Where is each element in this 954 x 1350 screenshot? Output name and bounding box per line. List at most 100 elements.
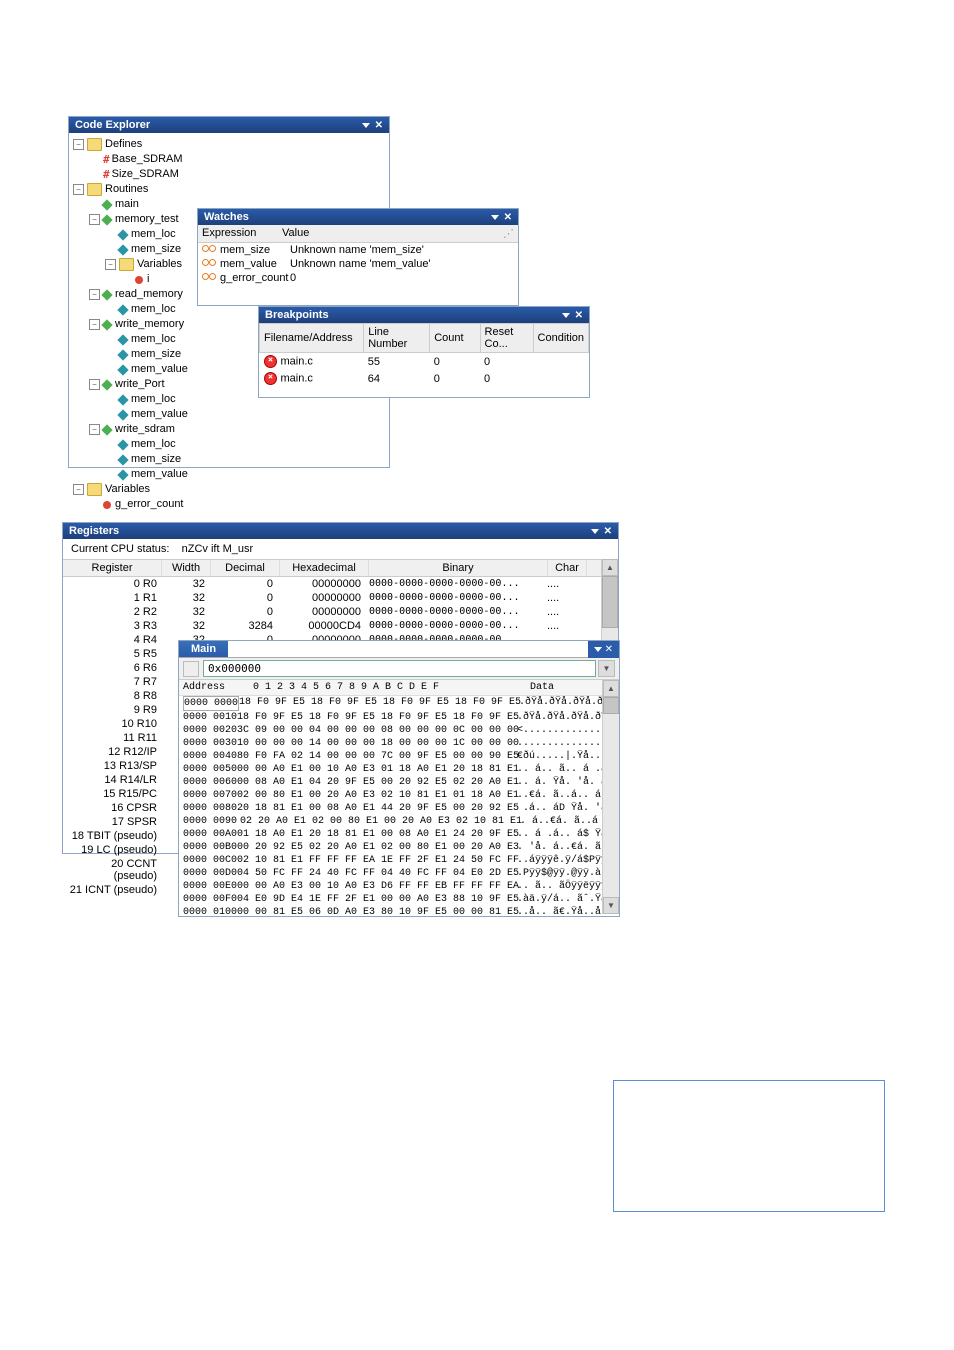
tree-gerror[interactable]: g_error_count bbox=[115, 497, 184, 512]
scroll-up-icon[interactable]: ▲ bbox=[602, 559, 618, 576]
memory-row[interactable]: 0000 004080 F0 FA 02 14 00 00 00 7C 00 9… bbox=[179, 750, 602, 763]
tree-mem-loc[interactable]: mem_loc bbox=[131, 227, 176, 242]
watches-header[interactable]: Watches ✕ bbox=[198, 209, 518, 225]
dropdown-icon[interactable] bbox=[594, 647, 602, 652]
breakpoint-row[interactable]: main.c6400 bbox=[260, 370, 589, 387]
col-hex[interactable]: Hexadecimal bbox=[280, 560, 369, 576]
collapse-icon[interactable]: − bbox=[73, 184, 84, 195]
memory-row[interactable]: 0000 007002 00 80 E1 00 20 A0 E3 02 10 8… bbox=[179, 789, 602, 802]
memory-row[interactable]: 0000 00B000 20 92 E5 02 20 A0 E1 02 00 8… bbox=[179, 841, 602, 854]
tree-read-memory[interactable]: read_memory bbox=[115, 287, 183, 302]
register-row[interactable]: 1 R1320000000000000-0000-0000-0000-00...… bbox=[63, 591, 601, 605]
col-binary[interactable]: Binary bbox=[369, 560, 548, 576]
col-width[interactable]: Width bbox=[162, 560, 211, 576]
watch-row[interactable]: g_error_count0 bbox=[198, 271, 518, 285]
close-icon[interactable]: ✕ bbox=[504, 212, 512, 223]
memory-scrollbar[interactable]: ▲ ▼ bbox=[602, 680, 619, 914]
col-char[interactable]: Char bbox=[548, 560, 587, 576]
tree-defines[interactable]: Defines bbox=[105, 137, 142, 152]
memory-icon[interactable] bbox=[183, 661, 199, 677]
tree-memory-test[interactable]: memory_test bbox=[115, 212, 179, 227]
collapse-icon[interactable]: − bbox=[89, 319, 100, 330]
tree-routines[interactable]: Routines bbox=[105, 182, 148, 197]
memory-tab-main[interactable]: Main bbox=[179, 641, 228, 657]
collapse-icon[interactable]: − bbox=[105, 259, 116, 270]
col-value[interactable]: Value bbox=[282, 227, 503, 240]
tree-mem-value[interactable]: mem_value bbox=[131, 362, 188, 377]
tree-vars2[interactable]: Variables bbox=[105, 482, 150, 497]
tree-vars[interactable]: Variables bbox=[137, 257, 182, 272]
collapse-icon[interactable]: − bbox=[73, 139, 84, 150]
mem-addr-input[interactable]: 0000 0000 bbox=[183, 696, 239, 711]
collapse-icon[interactable]: − bbox=[89, 289, 100, 300]
memory-row[interactable]: 0000 000018 F0 9F E5 18 F0 9F E5 18 F0 9… bbox=[179, 696, 602, 711]
tree-write-sdram[interactable]: write_sdram bbox=[115, 422, 175, 437]
memory-row[interactable]: 0000 006000 08 A0 E1 04 20 9F E5 00 20 9… bbox=[179, 776, 602, 789]
tree-mem-size2[interactable]: mem_size bbox=[131, 347, 181, 362]
tree-write-memory[interactable]: write_memory bbox=[115, 317, 184, 332]
scroll-down-icon[interactable]: ▼ bbox=[603, 897, 619, 914]
tree-i[interactable]: i bbox=[147, 272, 149, 287]
watch-row[interactable]: mem_valueUnknown name 'mem_value' bbox=[198, 257, 518, 271]
dropdown-icon[interactable]: ▼ bbox=[598, 660, 615, 677]
dropdown-icon[interactable] bbox=[562, 313, 570, 318]
register-row[interactable]: 3 R332328400000CD40000-0000-0000-0000-00… bbox=[63, 619, 601, 633]
col-expression[interactable]: Expression bbox=[202, 227, 282, 240]
close-icon[interactable]: ✕ bbox=[604, 526, 612, 537]
tree-main[interactable]: main bbox=[115, 197, 139, 212]
tree-size-sdram[interactable]: Size_SDRAM bbox=[112, 167, 179, 182]
watch-row[interactable]: mem_sizeUnknown name 'mem_size' bbox=[198, 243, 518, 257]
scroll-up-icon[interactable]: ▲ bbox=[603, 680, 619, 697]
tree-mem-loc4[interactable]: mem_loc bbox=[131, 392, 176, 407]
tree-mem-loc2[interactable]: mem_loc bbox=[131, 302, 176, 317]
memory-row[interactable]: 0000 00F004 E0 9D E4 1E FF 2F E1 00 00 A… bbox=[179, 893, 602, 906]
memory-row[interactable]: 0000 005000 00 A0 E1 00 10 A0 E3 01 18 A… bbox=[179, 763, 602, 776]
col-reset[interactable]: Reset Co... bbox=[480, 324, 533, 353]
col-line[interactable]: Line Number bbox=[364, 324, 430, 353]
mem-hex: 00 08 A0 E1 04 20 9F E5 00 20 92 E5 02 2… bbox=[237, 776, 517, 789]
dropdown-icon[interactable] bbox=[591, 529, 599, 534]
dropdown-icon[interactable] bbox=[362, 123, 370, 128]
collapse-icon[interactable]: − bbox=[89, 424, 100, 435]
memory-row[interactable]: 0000 001018 F0 9F E5 18 F0 9F E5 18 F0 9… bbox=[179, 711, 602, 724]
close-icon[interactable]: ✕ bbox=[605, 644, 613, 655]
registers-header[interactable]: Registers ✕ bbox=[63, 523, 618, 539]
memory-row[interactable]: 0000 009002 20 A0 E1 02 00 80 E1 00 20 A… bbox=[179, 815, 602, 828]
collapse-icon[interactable]: − bbox=[73, 484, 84, 495]
col-decimal[interactable]: Decimal bbox=[211, 560, 280, 576]
register-row[interactable]: 2 R2320000000000000-0000-0000-0000-00...… bbox=[63, 605, 601, 619]
memory-row[interactable]: 0000 00C002 10 81 E1 FF FF FF EA 1E FF 2… bbox=[179, 854, 602, 867]
memory-row[interactable]: 0000 008020 18 81 E1 00 08 A0 E1 44 20 9… bbox=[179, 802, 602, 815]
memory-row[interactable]: 0000 00E000 00 A0 E3 00 10 A0 E3 D6 FF F… bbox=[179, 880, 602, 893]
col-count[interactable]: Count bbox=[430, 324, 480, 353]
memory-row[interactable]: 0000 00203C 09 00 00 04 00 00 00 08 00 0… bbox=[179, 724, 602, 737]
memory-row[interactable]: 0000 00D004 50 FC FF 24 40 FC FF 04 40 F… bbox=[179, 867, 602, 880]
memory-row[interactable]: 0000 010000 00 81 E5 06 0D A0 E3 80 10 9… bbox=[179, 906, 602, 914]
code-explorer-header[interactable]: Code Explorer ✕ bbox=[69, 117, 389, 133]
collapse-icon[interactable]: − bbox=[89, 214, 100, 225]
col-filename[interactable]: Filename/Address bbox=[260, 324, 364, 353]
tree-mem-value3[interactable]: mem_value bbox=[131, 467, 188, 482]
collapse-icon[interactable]: − bbox=[89, 379, 100, 390]
resize-handle[interactable]: ⋰ bbox=[503, 227, 514, 240]
tree-mem-loc5[interactable]: mem_loc bbox=[131, 437, 176, 452]
memory-row[interactable]: 0000 00A001 18 A0 E1 20 18 81 E1 00 08 A… bbox=[179, 828, 602, 841]
tree-mem-size[interactable]: mem_size bbox=[131, 242, 181, 257]
memory-row[interactable]: 0000 003010 00 00 00 14 00 00 00 18 00 0… bbox=[179, 737, 602, 750]
register-row[interactable]: 0 R0320000000000000-0000-0000-0000-00...… bbox=[63, 577, 601, 591]
breakpoints-header[interactable]: Breakpoints ✕ bbox=[259, 307, 589, 323]
memory-address-input[interactable] bbox=[203, 660, 596, 677]
tree-mem-size3[interactable]: mem_size bbox=[131, 452, 181, 467]
scroll-thumb[interactable] bbox=[603, 697, 619, 714]
tree-mem-value2[interactable]: mem_value bbox=[131, 407, 188, 422]
col-condition[interactable]: Condition bbox=[533, 324, 588, 353]
col-register[interactable]: Register bbox=[63, 560, 162, 576]
tree-write-port[interactable]: write_Port bbox=[115, 377, 165, 392]
close-icon[interactable]: ✕ bbox=[575, 310, 583, 321]
scroll-thumb[interactable] bbox=[602, 576, 618, 628]
close-icon[interactable]: ✕ bbox=[375, 120, 383, 131]
tree-mem-loc3[interactable]: mem_loc bbox=[131, 332, 176, 347]
tree-base-sdram[interactable]: Base_SDRAM bbox=[112, 152, 183, 167]
dropdown-icon[interactable] bbox=[491, 215, 499, 220]
breakpoint-row[interactable]: main.c5500 bbox=[260, 353, 589, 371]
